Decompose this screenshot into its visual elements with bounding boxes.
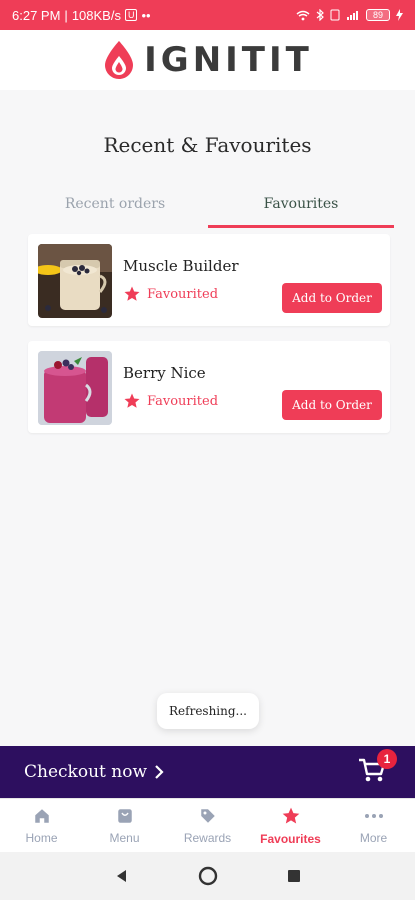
recents-icon[interactable] (287, 869, 301, 883)
checkout-bar[interactable]: Checkout now 1 (0, 746, 415, 798)
favourited-status: Favourited (123, 392, 218, 410)
cart-count-badge: 1 (377, 749, 397, 769)
checkout-now-button[interactable]: Checkout now (24, 762, 165, 782)
favourited-label: Favourited (147, 286, 219, 302)
nav-home-label: Home (25, 830, 58, 845)
favourite-card: Muscle Builder Favourited Add to Order (28, 234, 390, 326)
back-icon[interactable] (114, 868, 130, 884)
product-name: Muscle Builder (123, 257, 239, 275)
status-right: 89 (296, 9, 403, 21)
brand-logo-text: IGNITIT (144, 40, 313, 80)
star-icon (124, 393, 140, 408)
status-mini-badge: U (124, 9, 138, 21)
tab-bar: Recent orders Favourites (22, 188, 394, 228)
nav-home[interactable]: Home (0, 799, 83, 852)
nav-favourites[interactable]: Favourites (249, 799, 332, 852)
favourited-status: Favourited (123, 285, 218, 303)
favourited-label: Favourited (147, 393, 219, 409)
page-title: Recent & Favourites (103, 133, 312, 157)
product-name: Berry Nice (123, 364, 206, 382)
status-time: 6:27 PM (12, 7, 61, 23)
wifi-icon (296, 10, 310, 20)
nav-menu[interactable]: Menu (83, 799, 166, 852)
home-circle-icon[interactable] (198, 866, 218, 886)
berry-smoothie-photo (38, 351, 112, 425)
refreshing-toast: Refreshing... (157, 693, 259, 729)
star-icon (124, 286, 140, 301)
tag-icon (200, 808, 215, 823)
status-left: 6:27 PM | 108KB/s U •• (12, 7, 151, 23)
nav-menu-label: Menu (109, 830, 140, 845)
favourite-card: Berry Nice Favourited Add to Order (28, 341, 390, 433)
checkout-label: Checkout now (24, 762, 147, 782)
flame-drop-logo-icon (105, 41, 134, 79)
cart-button[interactable]: 1 (357, 749, 397, 789)
nav-rewards[interactable]: Rewards (166, 799, 249, 852)
bottom-nav: Home Menu Rewards Favourites More (0, 798, 415, 852)
sim-icon (330, 9, 340, 21)
signal-icon (347, 11, 358, 20)
add-to-order-button[interactable]: Add to Order (282, 390, 382, 420)
status-bar: 6:27 PM | 108KB/s U •• 89 (0, 0, 415, 30)
nav-favourites-label: Favourites (260, 831, 321, 846)
add-to-order-button[interactable]: Add to Order (282, 283, 382, 313)
tab-recent-orders[interactable]: Recent orders (22, 188, 208, 228)
status-speed: 108KB/s (71, 7, 121, 23)
app-header: IGNITIT (0, 30, 415, 90)
nav-more-label: More (359, 830, 388, 845)
bluetooth-icon (316, 9, 324, 21)
menu-bag-icon (117, 808, 132, 823)
nav-more[interactable]: More (332, 799, 415, 852)
system-nav-bar (0, 852, 415, 900)
vanilla-smoothie-photo (38, 244, 112, 318)
nav-rewards-label: Rewards (183, 830, 232, 845)
more-dots-icon (364, 813, 383, 818)
battery-icon: 89 (366, 9, 390, 21)
status-dots: •• (141, 7, 151, 23)
home-icon (34, 808, 49, 823)
charging-icon (396, 9, 403, 21)
tab-favourites[interactable]: Favourites (208, 188, 394, 228)
chevron-right-icon (155, 765, 164, 779)
star-icon (282, 807, 299, 823)
